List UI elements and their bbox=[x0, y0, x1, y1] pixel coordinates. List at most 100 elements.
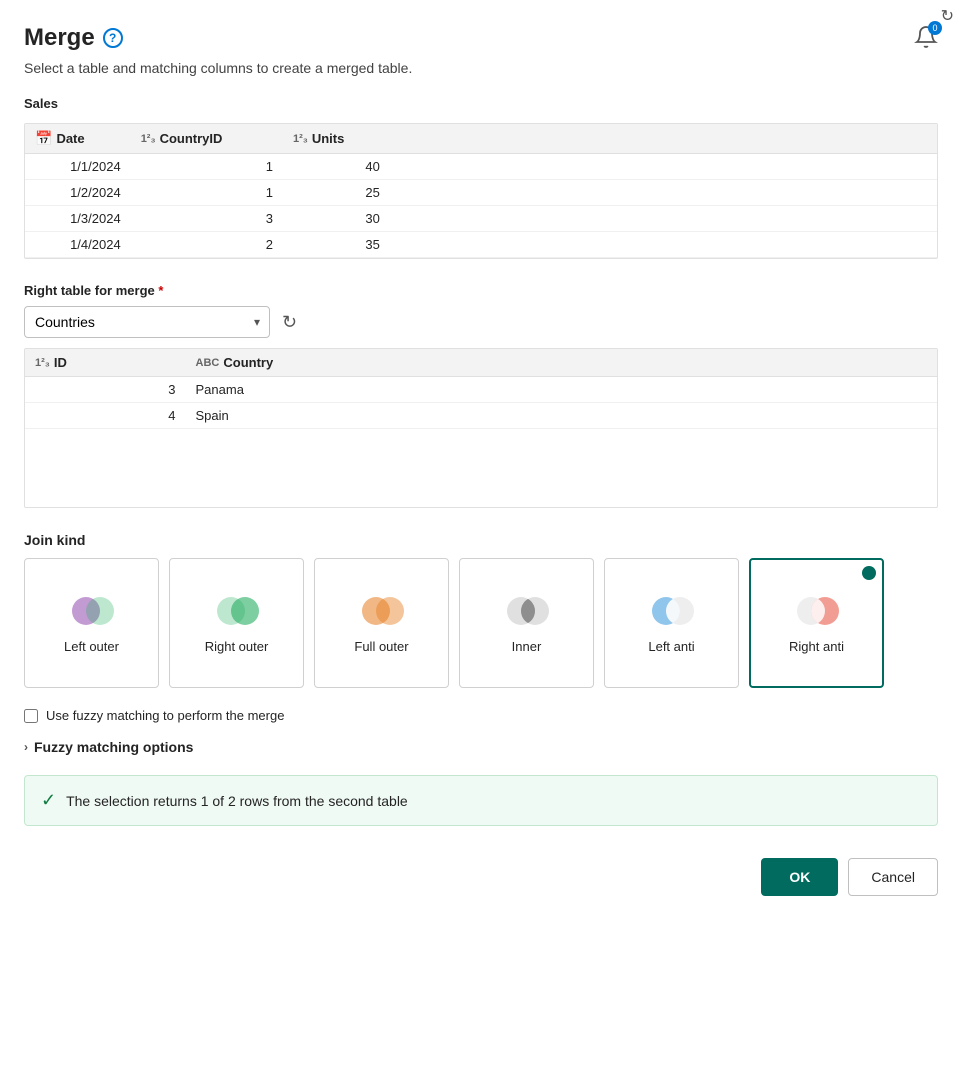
left-outer-venn-icon bbox=[66, 593, 118, 629]
sales-col-date: 📅 Date bbox=[25, 124, 131, 154]
cell-country-1: Panama bbox=[186, 377, 390, 403]
countries-header-row: 1²₃ ID ABC Country bbox=[25, 349, 937, 377]
join-option-left-anti[interactable]: Left anti bbox=[604, 558, 739, 688]
sales-refresh-button[interactable]: ↻ bbox=[941, 6, 954, 26]
cancel-button[interactable]: Cancel bbox=[848, 858, 938, 896]
right-anti-venn-icon bbox=[791, 593, 843, 629]
dialog-title: Merge bbox=[24, 24, 95, 52]
join-option-right-anti[interactable]: Right anti bbox=[749, 558, 884, 688]
cell-empty-c1 bbox=[390, 377, 937, 403]
join-option-full-outer-label: Full outer bbox=[354, 639, 408, 654]
title-area: Merge ? bbox=[24, 24, 123, 52]
inner-venn-icon bbox=[501, 593, 553, 629]
fuzzy-matching-row: Use fuzzy matching to perform the merge bbox=[24, 708, 938, 723]
join-option-right-outer-label: Right outer bbox=[205, 639, 269, 654]
sales-col-date-label: Date bbox=[56, 131, 84, 146]
countryid-type-icon: 1²₃ bbox=[141, 133, 156, 145]
countries-col-country-label: Country bbox=[223, 355, 273, 370]
cell-empty-1 bbox=[390, 154, 937, 180]
cell-units-1: 40 bbox=[283, 154, 390, 180]
cell-date-2: 1/2/2024 bbox=[25, 180, 131, 206]
right-table-section: Right table for merge * Countries Sales … bbox=[24, 283, 938, 338]
sales-label: Sales bbox=[24, 96, 58, 111]
cell-countryid-2: 1 bbox=[131, 180, 283, 206]
sales-table-header-row: 📅 Date 1²₃ CountryID 1²₃ Units bbox=[25, 124, 937, 154]
chevron-right-icon: › bbox=[24, 740, 28, 754]
fuzzy-options-toggle[interactable]: › Fuzzy matching options bbox=[24, 739, 938, 755]
footer-buttons: OK Cancel bbox=[24, 858, 938, 896]
checkmark-icon: ✓ bbox=[41, 790, 56, 811]
cell-date-1: 1/1/2024 bbox=[25, 154, 131, 180]
dialog-subtitle: Select a table and matching columns to c… bbox=[24, 60, 938, 76]
join-options-group: Left outer Right outer Full outer bbox=[24, 558, 938, 688]
join-option-left-outer[interactable]: Left outer bbox=[24, 558, 159, 688]
cell-countryid-4: 2 bbox=[131, 232, 283, 258]
table-row: 1/4/2024 2 35 bbox=[25, 232, 937, 258]
sales-table-container: 📅 Date 1²₃ CountryID 1²₃ Units bbox=[24, 123, 938, 259]
selected-indicator bbox=[862, 566, 876, 580]
cell-date-4: 1/4/2024 bbox=[25, 232, 131, 258]
cell-empty-3 bbox=[390, 206, 937, 232]
countries-table-container: 1²₃ ID ABC Country 3 Panama bbox=[24, 348, 938, 508]
countries-col-id-label: ID bbox=[54, 355, 67, 370]
cell-id-1: 3 bbox=[25, 377, 186, 403]
fuzzy-options-label: Fuzzy matching options bbox=[34, 739, 193, 755]
join-option-left-anti-label: Left anti bbox=[648, 639, 694, 654]
cell-empty-4 bbox=[390, 232, 937, 258]
cell-empty-c2 bbox=[390, 403, 937, 429]
cell-date-3: 1/3/2024 bbox=[25, 206, 131, 232]
ok-button[interactable]: OK bbox=[761, 858, 838, 896]
cell-units-4: 35 bbox=[283, 232, 390, 258]
table-row: 1/1/2024 1 40 bbox=[25, 154, 937, 180]
notification-icon[interactable]: 0 bbox=[914, 25, 938, 52]
join-kind-label: Join kind bbox=[24, 532, 938, 548]
join-option-inner[interactable]: Inner bbox=[459, 558, 594, 688]
country-type-icon: ABC bbox=[196, 357, 220, 369]
table-row: 1/2/2024 1 25 bbox=[25, 180, 937, 206]
sales-col-units-label: Units bbox=[312, 131, 345, 146]
join-option-full-outer[interactable]: Full outer bbox=[314, 558, 449, 688]
sales-col-empty bbox=[390, 124, 937, 154]
countries-refresh-button[interactable]: ↻ bbox=[282, 312, 297, 333]
cell-id-2: 4 bbox=[25, 403, 186, 429]
fuzzy-matching-checkbox[interactable] bbox=[24, 709, 38, 723]
join-option-inner-label: Inner bbox=[512, 639, 542, 654]
cell-units-3: 30 bbox=[283, 206, 390, 232]
units-type-icon: 1²₃ bbox=[293, 133, 308, 145]
table-row: 3 Panama bbox=[25, 377, 937, 403]
countries-col-id: 1²₃ ID bbox=[25, 349, 186, 377]
right-table-label: Right table for merge * bbox=[24, 283, 938, 298]
countries-col-empty bbox=[390, 349, 937, 377]
sales-col-countryid-label: CountryID bbox=[160, 131, 223, 146]
help-icon[interactable]: ? bbox=[103, 28, 123, 48]
full-outer-venn-icon bbox=[356, 593, 408, 629]
result-banner-text: The selection returns 1 of 2 rows from t… bbox=[66, 793, 408, 809]
right-table-dropdown-wrapper: Countries Sales ▾ bbox=[24, 306, 270, 338]
sales-table: 📅 Date 1²₃ CountryID 1²₃ Units bbox=[25, 124, 937, 258]
required-star: * bbox=[158, 283, 163, 298]
join-option-right-anti-label: Right anti bbox=[789, 639, 844, 654]
id-type-icon: 1²₃ bbox=[35, 357, 50, 369]
table-row: 4 Spain bbox=[25, 403, 937, 429]
left-anti-venn-icon bbox=[646, 593, 698, 629]
result-banner: ✓ The selection returns 1 of 2 rows from… bbox=[24, 775, 938, 826]
table-row: 1/3/2024 3 30 bbox=[25, 206, 937, 232]
right-table-dropdown[interactable]: Countries Sales bbox=[24, 306, 270, 338]
date-type-icon: 📅 bbox=[35, 130, 52, 147]
cell-countryid-1: 1 bbox=[131, 154, 283, 180]
cell-countryid-3: 3 bbox=[131, 206, 283, 232]
dropdown-container: Countries Sales ▾ ↻ bbox=[24, 306, 938, 338]
dialog-header: Merge ? 0 bbox=[24, 24, 938, 52]
cell-empty-2 bbox=[390, 180, 937, 206]
countries-table: 1²₃ ID ABC Country 3 Panama bbox=[25, 349, 937, 429]
sales-col-countryid: 1²₃ CountryID bbox=[131, 124, 283, 154]
join-kind-section: Join kind Left outer Right outer Full ou bbox=[24, 532, 938, 688]
join-option-right-outer[interactable]: Right outer bbox=[169, 558, 304, 688]
right-outer-venn-icon bbox=[211, 593, 263, 629]
fuzzy-matching-label[interactable]: Use fuzzy matching to perform the merge bbox=[46, 708, 284, 723]
cell-country-2: Spain bbox=[186, 403, 390, 429]
sales-col-units: 1²₃ Units bbox=[283, 124, 390, 154]
join-option-left-outer-label: Left outer bbox=[64, 639, 119, 654]
cell-units-2: 25 bbox=[283, 180, 390, 206]
countries-col-country: ABC Country bbox=[186, 349, 390, 377]
